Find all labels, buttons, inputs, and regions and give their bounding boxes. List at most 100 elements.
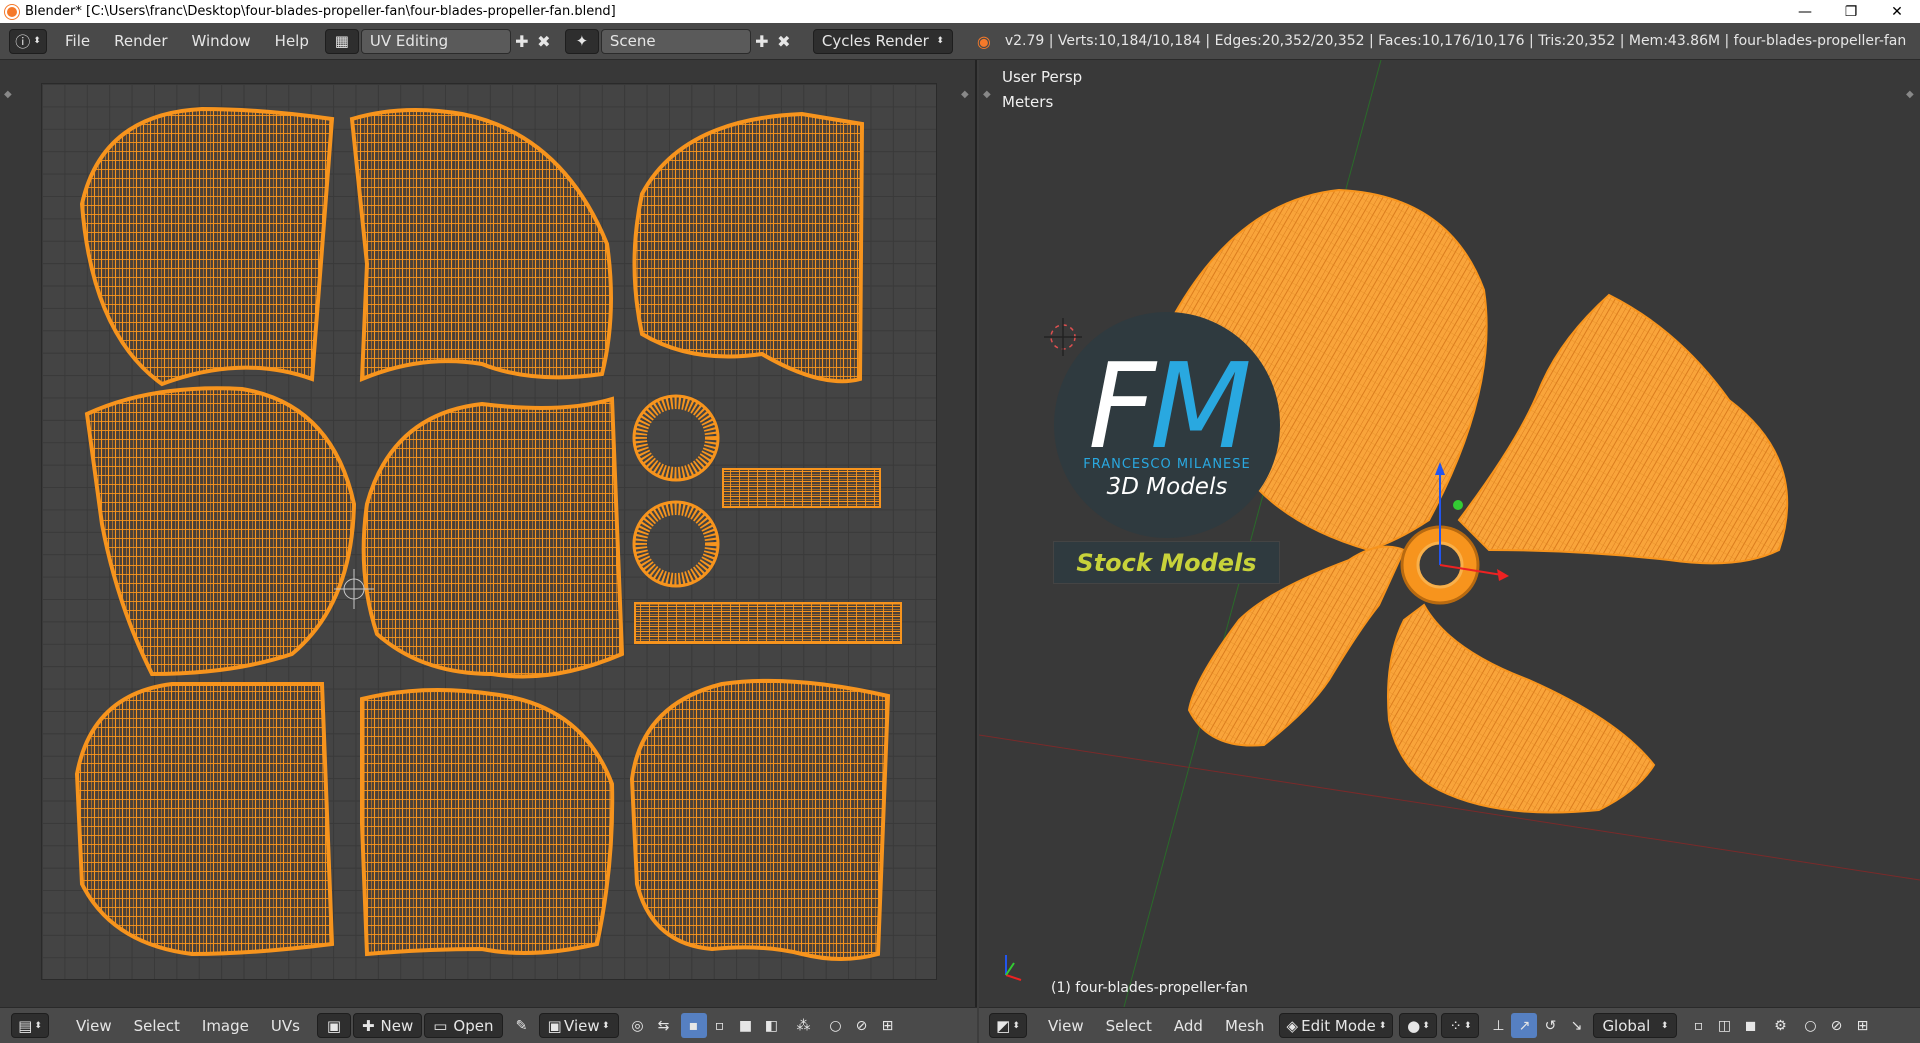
- snap-target-icon[interactable]: ⊞: [875, 1013, 901, 1038]
- mode-dropdown[interactable]: ◈ Edit Mode ⬍: [1279, 1013, 1394, 1038]
- scene-selector[interactable]: ✦: [564, 28, 599, 54]
- window-titlebar: Blender* [C:\Users\franc\Desktop\four-bl…: [0, 0, 1920, 23]
- vp-menu-mesh[interactable]: Mesh: [1214, 1017, 1276, 1035]
- region-toggle-icon[interactable]: ◆: [961, 89, 971, 100]
- active-object-label: (1) four-blades-propeller-fan: [1051, 980, 1248, 996]
- region-toggle-icon[interactable]: ◆: [4, 89, 14, 100]
- vp-menu-select[interactable]: Select: [1095, 1017, 1163, 1035]
- logo-letter-f: F: [1088, 336, 1156, 475]
- uv-island-blade: [629, 678, 891, 961]
- uv-island-blade: [361, 396, 625, 679]
- new-image-button[interactable]: ✚ New: [352, 1013, 423, 1038]
- uv-menu-select[interactable]: Select: [123, 1017, 191, 1035]
- edge-select-mode-icon[interactable]: ◫: [1711, 1013, 1737, 1038]
- pin-icon[interactable]: ✎: [509, 1013, 535, 1038]
- editor-type-button[interactable]: ▤ ⬍: [11, 1013, 49, 1038]
- orientation-dropdown[interactable]: Global ⬍: [1593, 1013, 1678, 1038]
- vertex-select-mode-icon[interactable]: ▫: [1685, 1013, 1711, 1038]
- island-select-icon[interactable]: ◧: [759, 1013, 785, 1038]
- blender-icon: ◉: [976, 31, 991, 51]
- vp-menu-add[interactable]: Add: [1163, 1017, 1214, 1035]
- uv-menu-image[interactable]: Image: [191, 1017, 260, 1035]
- manipulator-toggle-icon[interactable]: ⊥: [1485, 1013, 1511, 1038]
- x-icon: ✖: [777, 31, 791, 51]
- delete-scene-button[interactable]: ✖: [773, 29, 795, 54]
- maximize-button[interactable]: ❐: [1828, 0, 1874, 23]
- edge-select-icon[interactable]: ▫: [707, 1013, 733, 1038]
- uv-editor[interactable]: ◆ ◆: [0, 60, 977, 1007]
- face-select-icon[interactable]: ■: [733, 1013, 759, 1038]
- view-mode-icon: ▣: [547, 1016, 562, 1035]
- limit-selection-icon[interactable]: ⚙: [1767, 1013, 1793, 1038]
- translate-manipulator-icon[interactable]: ↗: [1511, 1013, 1538, 1038]
- solid-shading-icon: ●: [1407, 1016, 1421, 1035]
- x-icon: ✖: [537, 31, 551, 51]
- render-engine-dropdown[interactable]: Cycles Render ⬍: [812, 28, 953, 54]
- scene-field[interactable]: Scene: [600, 28, 751, 54]
- sync-selection-icon[interactable]: ⇆: [651, 1013, 677, 1038]
- menu-file[interactable]: File: [53, 23, 102, 60]
- screen-layout-field[interactable]: UV Editing: [360, 28, 511, 54]
- logo-tagline: 3D Models: [1106, 473, 1228, 500]
- window-controls: — ❐ ✕: [1782, 0, 1920, 23]
- uv-islands: [74, 106, 902, 961]
- cube-icon: ◩: [996, 1016, 1011, 1035]
- pivot-icon: ⁘: [1449, 1016, 1462, 1035]
- blender-logo-icon: [5, 4, 19, 19]
- snap-icon[interactable]: ⊘: [1823, 1013, 1849, 1038]
- snap-icon[interactable]: ⊘: [849, 1013, 875, 1038]
- menu-help[interactable]: Help: [263, 23, 321, 60]
- fm-logo: FM FRANCESCO MILANESE 3D Models: [1054, 312, 1280, 538]
- uv-menu-view[interactable]: View: [65, 1017, 123, 1035]
- rotate-manipulator-icon[interactable]: ↺: [1537, 1013, 1563, 1038]
- add-scene-button[interactable]: ✚: [751, 29, 773, 54]
- delete-screen-button[interactable]: ✖: [533, 29, 555, 54]
- uv-island-blade: [74, 681, 335, 957]
- scene-stats: v2.79 | Verts:10,184/10,184 | Edges:20,3…: [1004, 33, 1907, 49]
- screen-layout-selector[interactable]: ▦: [324, 28, 359, 54]
- scale-manipulator-icon[interactable]: ↘: [1563, 1013, 1589, 1038]
- propeller-blade: [1387, 603, 1656, 814]
- updown-arrows-icon: ⬍: [33, 36, 41, 46]
- add-screen-button[interactable]: ✚: [511, 29, 533, 54]
- close-button[interactable]: ✕: [1874, 0, 1920, 23]
- vp-menu-view[interactable]: View: [1037, 1017, 1095, 1035]
- pivot-dropdown[interactable]: ⁘ ⬍: [1441, 1013, 1480, 1038]
- shading-dropdown[interactable]: ● ⬍: [1399, 1013, 1438, 1038]
- uv-island-blade: [632, 111, 865, 384]
- uv-grid[interactable]: [41, 83, 937, 980]
- uv-view-mode-dropdown[interactable]: ▣ View ⬍: [538, 1013, 619, 1038]
- open-image-button[interactable]: ▭ Open: [424, 1013, 503, 1038]
- updown-arrows-icon: ⬍: [1012, 1020, 1020, 1031]
- face-select-mode-icon[interactable]: ◼: [1737, 1013, 1763, 1038]
- sticky-mode-icon[interactable]: ⁂: [791, 1013, 817, 1038]
- 3d-viewport[interactable]: ◆ ◆ User Persp Meters (1) four-blades-pr…: [979, 60, 1920, 1007]
- minimize-button[interactable]: —: [1782, 0, 1828, 23]
- plus-icon: ✚: [361, 1016, 375, 1035]
- vertex-select-icon[interactable]: ▪: [680, 1013, 707, 1038]
- proportional-edit-icon[interactable]: ○: [823, 1013, 849, 1038]
- menu-window[interactable]: Window: [180, 23, 263, 60]
- proportional-edit-icon[interactable]: ○: [1797, 1013, 1823, 1038]
- info-icon: ⓘ: [15, 32, 31, 51]
- orientation-label: Global: [1602, 1016, 1651, 1035]
- updown-arrows-icon: ⬍: [936, 36, 944, 46]
- snap-target-icon[interactable]: ⊞: [1849, 1013, 1875, 1038]
- 3d-cursor-icon: [1044, 318, 1082, 356]
- uv-island-blade: [349, 108, 613, 383]
- pivot-icon[interactable]: ◎: [625, 1013, 651, 1038]
- axis-orientation-icon: [1005, 955, 1022, 981]
- editor-type-info-button[interactable]: ⓘ ⬍: [9, 28, 47, 54]
- uv-menu-uvs[interactable]: UVs: [260, 1017, 311, 1035]
- image-browse-button[interactable]: ▣: [316, 1013, 351, 1038]
- menu-render[interactable]: Render: [102, 23, 179, 60]
- updown-arrows-icon: ⬍: [1422, 1020, 1430, 1031]
- propeller-blade: [1457, 293, 1789, 565]
- updown-arrows-icon: ⬍: [1463, 1020, 1472, 1031]
- uv-editor-header: ▤ ⬍ View Select Image UVs ▣ ✚ New ▭ Open ✎ …: [0, 1007, 977, 1043]
- uv-view-mode-label: View: [564, 1016, 600, 1035]
- render-engine-label: Cycles Render: [821, 32, 929, 50]
- editor-type-button[interactable]: ◩ ⬍: [989, 1013, 1027, 1038]
- uv-island-hub-ring: [633, 395, 719, 481]
- updown-arrows-icon: ⬍: [601, 1020, 610, 1031]
